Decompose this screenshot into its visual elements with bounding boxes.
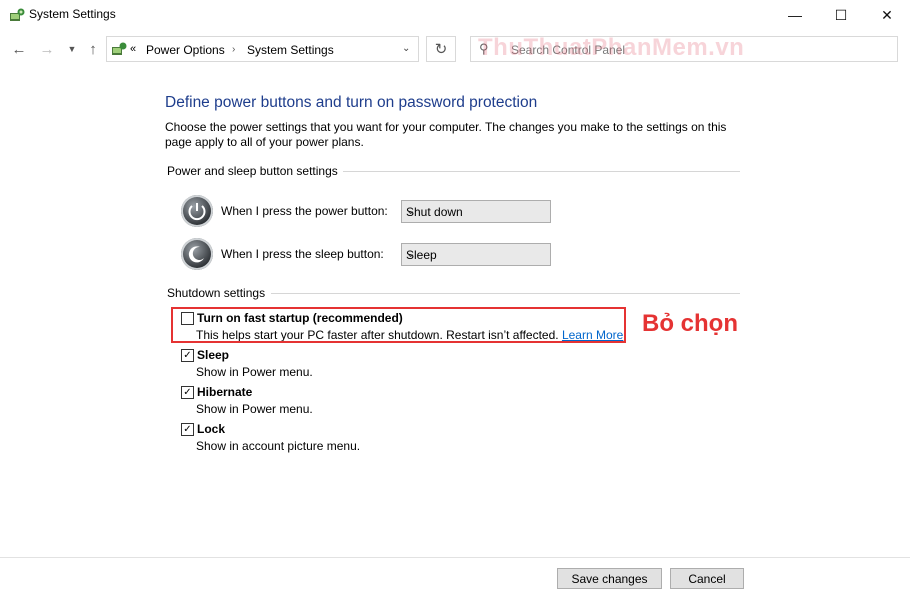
control-panel-icon — [112, 42, 127, 55]
breadcrumb-separator-icon: › — [232, 44, 236, 55]
refresh-button[interactable]: ↻ — [426, 36, 456, 62]
section-divider — [343, 171, 740, 172]
close-button[interactable]: ✕ — [864, 0, 910, 30]
power-button-select[interactable]: Shut down ⌄ — [401, 200, 551, 223]
maximize-button[interactable]: ☐ — [818, 0, 864, 30]
breadcrumb-power-options[interactable]: Power Options — [146, 43, 225, 57]
sleep-button-label: When I press the sleep button: — [221, 247, 384, 261]
page-description: Choose the power settings that you want … — [165, 120, 727, 149]
refresh-icon: ↻ — [434, 41, 448, 58]
sleep-button-icon — [181, 238, 213, 270]
cancel-button[interactable]: Cancel — [670, 568, 744, 589]
lock-checkbox[interactable]: ✓ — [181, 423, 194, 436]
footer-divider — [0, 557, 910, 558]
section-divider — [271, 293, 740, 294]
sleep-option-description: Show in Power menu. — [196, 365, 313, 379]
power-button-icon — [181, 195, 213, 227]
hibernate-checkbox[interactable]: ✓ — [181, 386, 194, 399]
address-dropdown-chevron-icon[interactable]: ⌄ — [402, 43, 410, 54]
annotation-label: Bỏ chọn — [642, 310, 738, 337]
breadcrumb-overflow[interactable]: « — [130, 43, 136, 55]
sleep-button-select[interactable]: Sleep ⌄ — [401, 243, 551, 266]
power-button-label: When I press the power button: — [221, 204, 388, 218]
close-icon: ✕ — [881, 6, 893, 23]
watermark: ThuThuatPhanMem.vn — [478, 34, 745, 61]
back-arrow-icon[interactable]: ← — [9, 39, 29, 59]
chevron-down-icon: ⌄ — [406, 205, 416, 217]
up-arrow-icon[interactable]: ↑ — [83, 39, 103, 59]
control-panel-icon — [9, 7, 25, 23]
hibernate-option-label: Hibernate — [197, 385, 253, 399]
address-bar[interactable]: « Power Options › System Settings ⌄ — [106, 36, 419, 62]
lock-option-label: Lock — [197, 422, 226, 436]
annotation-highlight-box — [171, 307, 626, 343]
sleep-checkbox[interactable]: ✓ — [181, 349, 194, 362]
window-title: System Settings — [29, 7, 116, 21]
power-sleep-section-heading: Power and sleep button settings — [167, 164, 338, 178]
recent-locations-chevron-icon[interactable]: ▼ — [62, 39, 82, 59]
forward-arrow-icon[interactable]: → — [37, 39, 57, 59]
save-changes-button[interactable]: Save changes — [557, 568, 662, 589]
hibernate-option-description: Show in Power menu. — [196, 402, 313, 416]
chevron-down-icon: ⌄ — [406, 248, 416, 260]
shutdown-section-heading: Shutdown settings — [167, 286, 266, 300]
lock-option-description: Show in account picture menu. — [196, 439, 361, 453]
minimize-button[interactable]: — — [772, 0, 818, 30]
page-title: Define power buttons and turn on passwor… — [165, 94, 538, 111]
minimize-icon: — — [788, 7, 802, 23]
breadcrumb-system-settings[interactable]: System Settings — [247, 43, 334, 57]
sleep-option-label: Sleep — [197, 348, 230, 362]
maximize-icon: ☐ — [834, 6, 848, 23]
